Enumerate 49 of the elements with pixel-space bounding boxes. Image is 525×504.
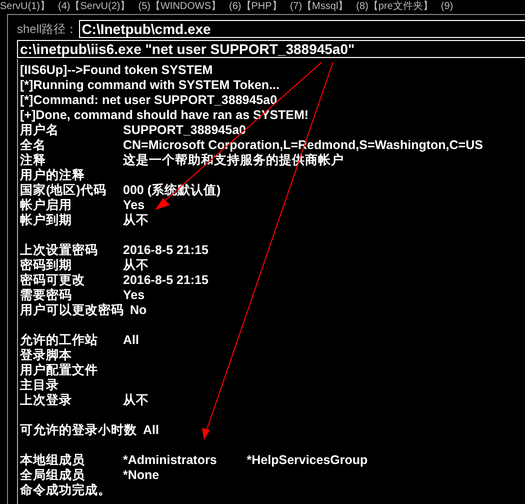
field-label: 上次登录 (20, 392, 73, 410)
field-value: 2016-8-5 21:15 (123, 242, 208, 258)
field-value: No (130, 302, 147, 320)
field-label: 用户可以更改密码 (20, 302, 125, 320)
menu-tab[interactable]: (5)【WINDOWS】 (138, 0, 222, 12)
field-label: 注释 (20, 152, 47, 168)
field-label: shell路径： (17, 21, 79, 38)
field-value: All (143, 422, 159, 440)
field-label: 登录脚本 (20, 347, 73, 363)
output-line: [*]Command: net user SUPPORT_388945a0 (20, 92, 278, 110)
field-label: 帐户启用 (20, 197, 73, 213)
field-label: 主目录 (20, 377, 60, 394)
shell-path-field[interactable]: C:\Inetpub\cmd.exe (78, 20, 525, 38)
output-line: [*]Running command with SYSTEM Token... (20, 77, 280, 94)
field-label: 需要密码 (20, 287, 73, 303)
field-value: *Administrators (123, 452, 217, 470)
field-value: Yes (123, 287, 145, 304)
field-value: 从不 (123, 392, 149, 410)
field-label: 上次设置密码 (20, 242, 99, 258)
field-label: 密码到期 (20, 257, 73, 273)
output-line: 命令成功完成。 (20, 482, 111, 500)
field-label: 密码可更改 (20, 272, 86, 288)
menu-tab[interactable]: (8)【pre文件夹】 (356, 0, 433, 12)
field-label: 可允许的登录小时数 (20, 422, 138, 440)
menu-tab[interactable]: ServU(1)】 (0, 0, 50, 12)
menu-tab[interactable]: (6)【PHP】 (229, 0, 282, 12)
menu-tab[interactable]: (4)【ServU(2)】 (58, 0, 130, 12)
field-value: 000 (系统默认值) (123, 182, 221, 200)
field-value: 从不 (123, 257, 149, 274)
field-value: *HelpServicesGroup (246, 452, 368, 470)
field-label: 用户的注释 (20, 167, 86, 183)
field-value: 2016-8-5 21:15 (123, 272, 208, 290)
field-label: 用户名 (20, 122, 60, 138)
field-label: 全局组成员 (20, 467, 86, 483)
field-label: 帐户到期 (20, 212, 73, 230)
field-value: *None (123, 467, 160, 484)
field-label: 全名 (20, 137, 47, 153)
field-value: Yes (123, 197, 145, 214)
field-label: 国家(地区)代码 (20, 182, 108, 198)
field-value: 从不 (123, 212, 149, 230)
field-label: 本地组成员 (20, 452, 86, 468)
output-line: [IIS6Up]-->Found token SYSTEM (20, 62, 213, 80)
menu-tab[interactable]: (9) (440, 0, 454, 12)
field-value: SUPPORT_388945a0 (123, 122, 246, 140)
menu-tab[interactable]: (7)【Mssql】 (290, 0, 348, 12)
field-label: 允许的工作站 (20, 332, 99, 348)
field-value: All (123, 332, 139, 350)
command-field[interactable]: c:\inetpub\iis6.exe "net user SUPPORT_388945a0" (17, 40, 525, 58)
field-label: 用户配置文件 (20, 362, 99, 378)
